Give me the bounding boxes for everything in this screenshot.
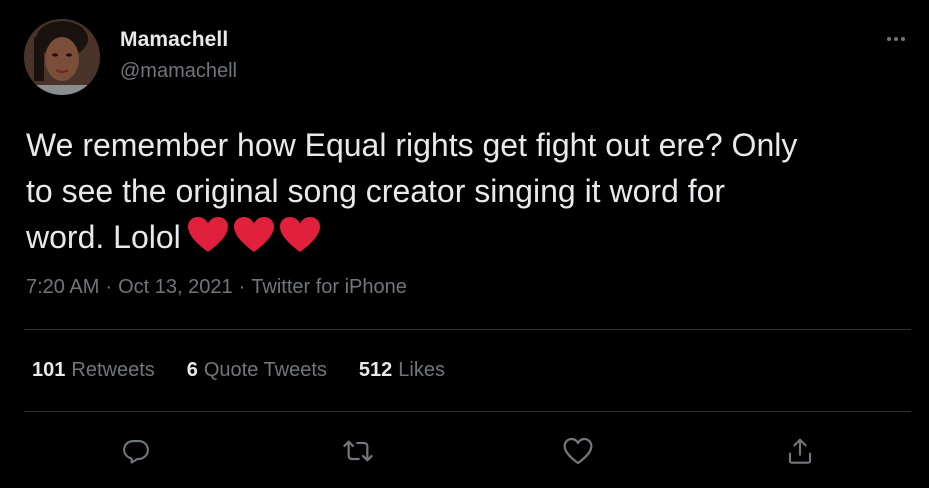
quote-tweets-label: Quote Tweets [203,359,327,381]
like-button[interactable] [560,433,596,469]
retweets-count: 101 [32,359,66,381]
red-heart-icon [279,217,320,252]
reply-button[interactable] [118,433,154,469]
tweet-text-line: We remember how Equal rights get fight o… [26,127,798,163]
divider [24,411,911,412]
divider [24,329,911,330]
retweet-button[interactable] [340,433,376,469]
more-dot-icon [901,37,905,41]
more-dot-icon [894,37,898,41]
quote-tweets-count: 6 [186,359,198,381]
likes-stat[interactable]: 512 Likes [359,359,445,382]
likes-label: Likes [398,359,445,381]
reply-icon [123,439,149,464]
tweet-source-link[interactable]: Twitter for iPhone [251,276,407,298]
engagement-stats: 101 Retweets 6 Quote Tweets 512 Likes [32,359,445,382]
more-dot-icon [887,37,891,41]
tweet-text: We remember how Equal rights get fight o… [26,122,906,260]
share-icon [788,438,812,464]
retweets-label: Retweets [71,359,155,381]
share-button[interactable] [782,433,818,469]
avatar[interactable] [24,19,100,95]
tweet-text-fragment: word. Lolol [26,219,181,255]
tweet-text-line: to see the original song creator singing… [26,173,726,209]
likes-count: 512 [358,359,393,381]
user-handle[interactable]: @mamachell [120,60,237,83]
tweet-date[interactable]: Oct 13, 2021 [118,276,233,298]
separator-dot: · [105,276,113,298]
like-icon [563,437,593,465]
action-bar [0,433,929,469]
retweets-stat[interactable]: 101 Retweets [32,359,155,382]
display-name[interactable]: Mamachell [120,28,228,52]
red-heart-icon [187,217,228,252]
red-heart-icon [233,217,274,252]
tweet-time[interactable]: 7:20 AM [26,276,99,298]
profile-photo [24,19,100,95]
tweet-metadata: 7:20 AM · Oct 13, 2021 · Twitter for iPhone [26,276,407,299]
separator-dot: · [238,276,246,298]
retweet-icon [343,440,373,462]
heart-emoji-group [187,216,321,254]
more-options-button[interactable] [881,28,911,50]
quote-tweets-stat[interactable]: 6 Quote Tweets [187,359,327,382]
tweet-text-line: word. Lolol [26,214,906,260]
